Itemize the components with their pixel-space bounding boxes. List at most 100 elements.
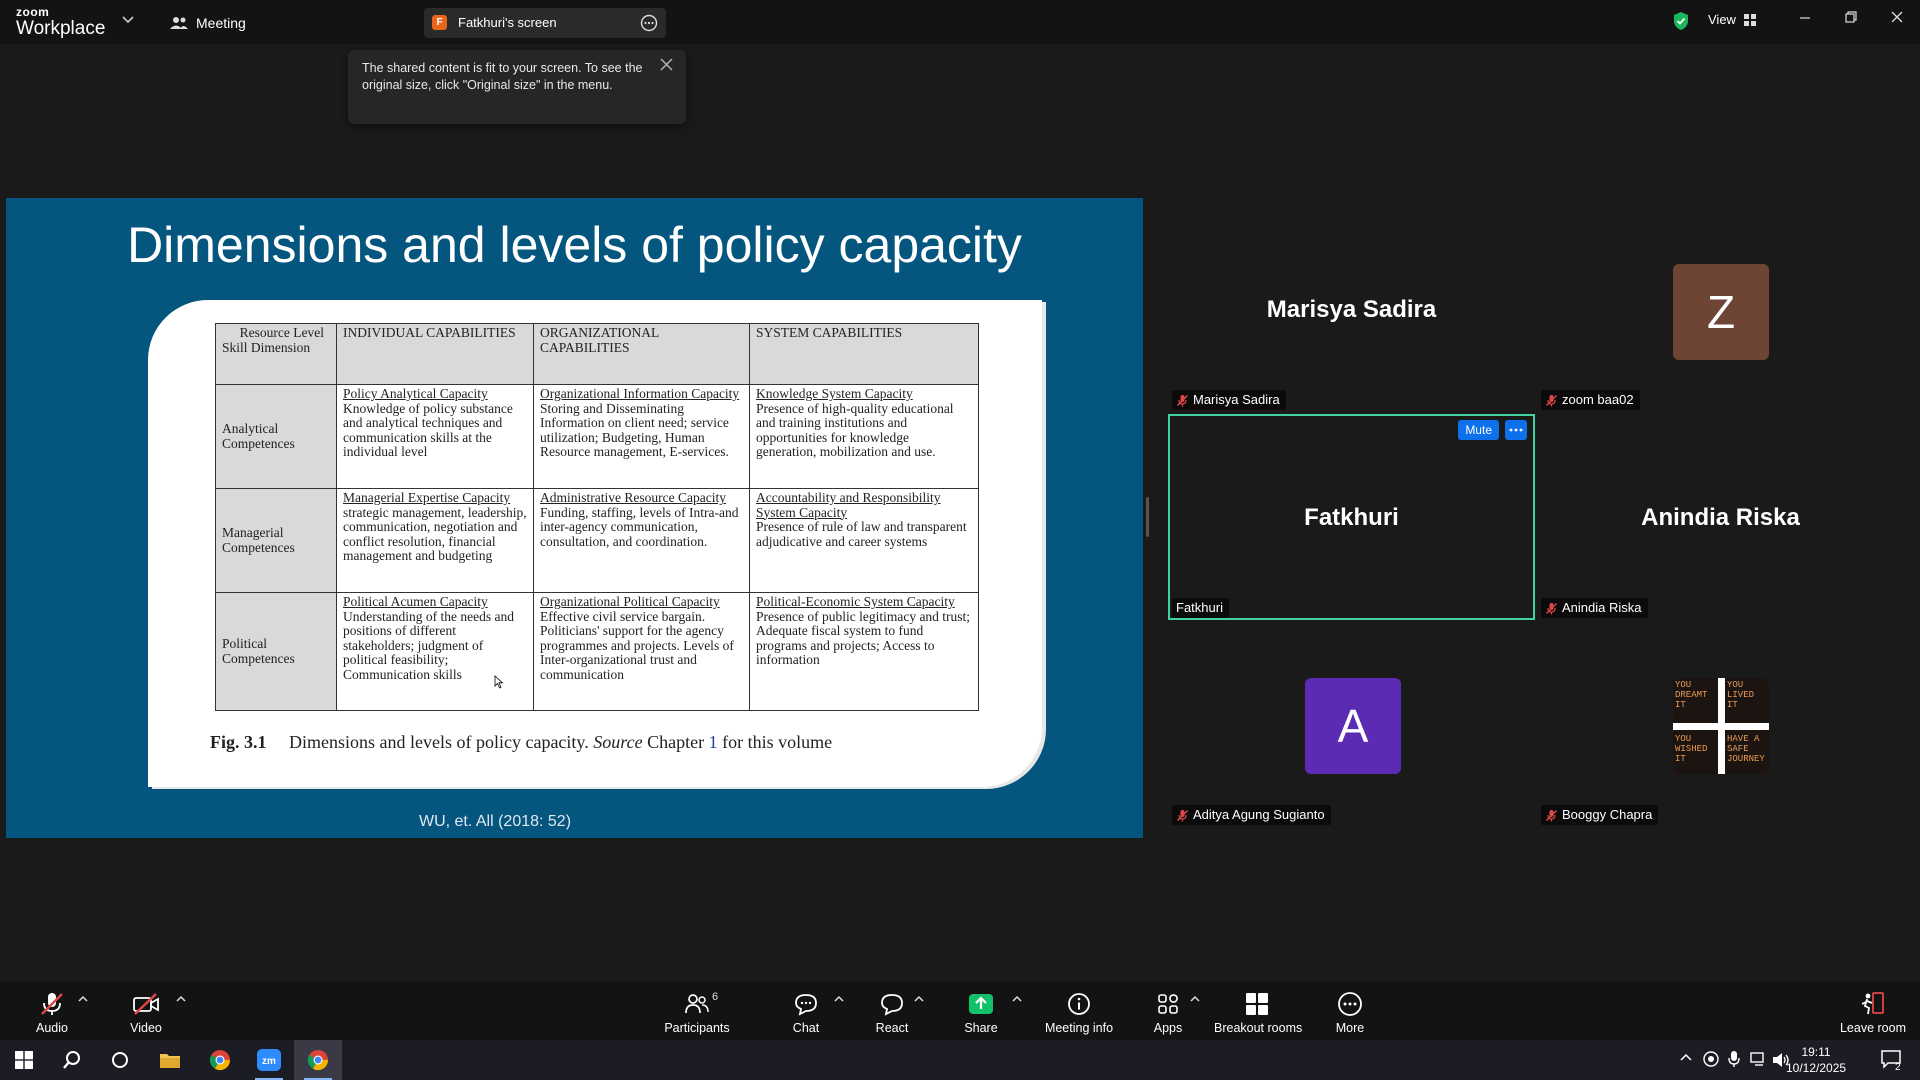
participant-label: zoom baa02 xyxy=(1541,390,1640,410)
caption-source: Source xyxy=(593,732,643,752)
system-clock[interactable]: 19:11 10/12/2025 xyxy=(1786,1044,1846,1076)
video-button[interactable]: Video xyxy=(124,991,168,1035)
people-icon xyxy=(170,17,188,29)
chevron-down-icon[interactable] xyxy=(122,16,134,24)
react-button[interactable]: React xyxy=(871,991,913,1035)
microphone-icon[interactable] xyxy=(1728,1050,1740,1068)
view-button[interactable]: View xyxy=(1708,12,1756,27)
participant-tile[interactable]: YOU DREAMT IT YOU LIVED IT YOU WISHED IT… xyxy=(1537,621,1904,827)
title-bar: zoom Workplace Meeting F Fatkhuri's scre… xyxy=(0,0,1920,44)
audio-options-chevron-icon[interactable] xyxy=(78,995,88,1002)
meeting-toolbar: Audio Video Participants 6 Chat React Sh… xyxy=(0,981,1920,1040)
table-row: Political Competences Political Acumen C… xyxy=(215,592,979,711)
breakout-rooms-icon xyxy=(1246,993,1268,1015)
participant-label: Marisya Sadira xyxy=(1172,390,1286,410)
cell-title: Managerial Expertise Capacity xyxy=(343,490,511,505)
meeting-info-button[interactable]: Meeting info xyxy=(1042,991,1116,1035)
participant-name: Anindia Riska xyxy=(1562,600,1642,615)
cell-body: Storing and Disseminating Information on… xyxy=(540,400,729,460)
chat-button[interactable]: Chat xyxy=(786,991,826,1035)
avatar-image: YOU DREAMT IT YOU LIVED IT YOU WISHED IT… xyxy=(1673,678,1769,774)
corner-cell: Resource Level Skill Dimension xyxy=(215,323,337,385)
share-screen-icon xyxy=(969,994,993,1014)
avatar-text: YOU WISHED IT xyxy=(1675,734,1708,764)
panel-resize-handle[interactable] xyxy=(1146,497,1149,537)
apps-label: Apps xyxy=(1153,1021,1183,1035)
participant-label: Aditya Agung Sugianto xyxy=(1172,805,1331,825)
participants-icon xyxy=(685,994,709,1014)
chat-icon xyxy=(795,994,817,1016)
react-options-chevron-icon[interactable] xyxy=(914,995,924,1002)
search-icon[interactable] xyxy=(48,1040,96,1080)
breakout-rooms-button[interactable]: Breakout rooms xyxy=(1214,991,1302,1035)
table-cell: Policy Analytical Capacity Knowledge of p… xyxy=(336,384,534,489)
row-label: Analytical Competences xyxy=(215,384,337,489)
react-label: React xyxy=(875,1021,909,1035)
chat-options-chevron-icon[interactable] xyxy=(834,995,844,1002)
meeting-menu-button[interactable]: Meeting xyxy=(170,14,246,32)
share-label: Share xyxy=(964,1021,998,1035)
more-button[interactable]: More xyxy=(1330,991,1370,1035)
participant-tile[interactable]: Anindia Riska Anindia Riska xyxy=(1537,414,1904,620)
more-options-icon[interactable] xyxy=(1505,420,1527,440)
mic-muted-icon xyxy=(1546,394,1557,406)
tray-overflow-chevron-icon[interactable] xyxy=(1680,1052,1692,1062)
table-cell: Political-Economic System Capacity Presen… xyxy=(749,592,979,711)
chrome-icon[interactable] xyxy=(196,1040,244,1080)
chrome-active-icon[interactable] xyxy=(294,1040,342,1080)
notification-count: 2 xyxy=(1895,1062,1901,1073)
cell-body: Understanding of the needs and positions… xyxy=(343,608,514,682)
leave-door-icon xyxy=(1861,992,1884,1015)
windows-taskbar: zm 19:11 10/12/2025 2 xyxy=(0,1040,1920,1080)
participant-label: Fatkhuri xyxy=(1172,598,1229,618)
more-options-icon[interactable] xyxy=(640,14,658,32)
cortana-icon[interactable] xyxy=(96,1040,144,1080)
record-icon[interactable] xyxy=(1703,1051,1719,1067)
security-shield-icon[interactable] xyxy=(1672,11,1690,31)
cell-body: Presence of rule of law and transparent … xyxy=(756,519,967,549)
participant-tile[interactable]: Z zoom baa02 xyxy=(1537,206,1904,412)
screen-share-tab[interactable]: F Fatkhuri's screen xyxy=(424,8,666,38)
audio-button[interactable]: Audio xyxy=(30,991,74,1035)
mic-muted-icon xyxy=(1177,394,1188,406)
table-row: Managerial Competences Managerial Expert… xyxy=(215,488,979,593)
participants-button[interactable]: Participants xyxy=(660,991,734,1035)
windows-start-icon[interactable] xyxy=(0,1040,48,1080)
avatar-text: YOU DREAMT IT xyxy=(1675,680,1708,710)
mic-muted-icon xyxy=(1177,809,1188,821)
participant-tile[interactable]: A Aditya Agung Sugianto xyxy=(1168,621,1535,827)
more-icon xyxy=(1338,992,1362,1016)
avatar: A xyxy=(1305,678,1401,774)
apps-button[interactable]: Apps xyxy=(1150,991,1186,1035)
leave-room-button[interactable]: Leave room xyxy=(1838,991,1908,1035)
close-icon[interactable] xyxy=(660,58,673,71)
video-options-chevron-icon[interactable] xyxy=(176,995,186,1002)
share-options-chevron-icon[interactable] xyxy=(1012,995,1022,1002)
meeting-info-label: Meeting info xyxy=(1044,1021,1114,1035)
cell-body: strategic management, leadership, commun… xyxy=(343,504,527,564)
corner-skill-dimension: Skill Dimension xyxy=(222,339,311,355)
participant-name: Marisya Sadira xyxy=(1193,392,1280,407)
participant-tile[interactable]: Marisya Sadira Marisya Sadira xyxy=(1168,206,1535,412)
close-icon[interactable] xyxy=(1890,10,1904,24)
cell-title: Policy Analytical Capacity xyxy=(343,386,488,401)
cell-body: Presence of public legitimacy and trust;… xyxy=(756,608,971,668)
table-cell: Political Acumen Capacity Understanding o… xyxy=(336,592,534,711)
participant-display-name: Anindia Riska xyxy=(1641,504,1800,531)
participant-label: Anindia Riska xyxy=(1541,598,1648,618)
network-icon[interactable] xyxy=(1750,1052,1768,1066)
zoom-app-icon[interactable]: zm xyxy=(245,1040,293,1080)
minimize-icon[interactable] xyxy=(1798,10,1812,24)
mute-button[interactable]: Mute xyxy=(1458,420,1499,440)
logo-workplace-text: Workplace xyxy=(16,18,106,39)
participant-display-name: Fatkhuri xyxy=(1304,504,1399,531)
shared-screen[interactable]: Dimensions and levels of policy capacity… xyxy=(6,198,1143,838)
restore-icon[interactable] xyxy=(1844,10,1858,24)
participant-tile-active-speaker[interactable]: Mute Fatkhuri Fatkhuri xyxy=(1168,414,1535,620)
cell-body: Effective civil service bargain. Politic… xyxy=(540,608,734,682)
file-explorer-icon[interactable] xyxy=(146,1040,194,1080)
more-label: More xyxy=(1335,1021,1365,1035)
apps-options-chevron-icon[interactable] xyxy=(1190,995,1200,1002)
table-cell: Administrative Resource Capacity Funding,… xyxy=(533,488,750,593)
share-button[interactable]: Share xyxy=(960,991,1002,1035)
